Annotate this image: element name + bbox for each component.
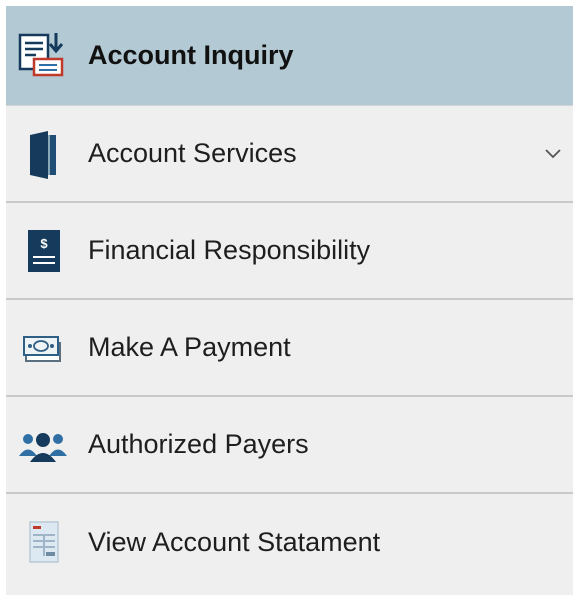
menu-item-account-services[interactable]: Account Services <box>6 106 573 203</box>
menu-item-make-a-payment[interactable]: Make A Payment <box>6 300 573 397</box>
door-icon <box>16 127 70 181</box>
cash-payment-icon <box>16 321 70 375</box>
menu-item-view-account-statement[interactable]: View Account Statament <box>6 494 573 591</box>
menu-item-account-inquiry[interactable]: Account Inquiry <box>6 6 573 106</box>
menu-item-authorized-payers[interactable]: Authorized Payers <box>6 397 573 494</box>
menu-item-label: Make A Payment <box>88 332 291 362</box>
menu-item-financial-responsibility[interactable]: $ Financial Responsibility <box>6 203 573 300</box>
svg-text:$: $ <box>40 236 48 251</box>
menu-item-label: View Account Statament <box>88 527 381 557</box>
account-inquiry-icon <box>16 29 70 83</box>
side-menu: Account Inquiry Account Services $ Finan… <box>6 6 573 595</box>
menu-item-label: Financial Responsibility <box>88 235 371 265</box>
chevron-down-icon[interactable] <box>541 142 565 166</box>
menu-item-label: Account Inquiry <box>88 40 294 70</box>
dollar-document-icon: $ <box>16 224 70 278</box>
statement-icon <box>16 516 70 570</box>
people-group-icon <box>16 418 70 472</box>
menu-item-label: Authorized Payers <box>88 429 309 459</box>
menu-item-label: Account Services <box>88 138 297 168</box>
